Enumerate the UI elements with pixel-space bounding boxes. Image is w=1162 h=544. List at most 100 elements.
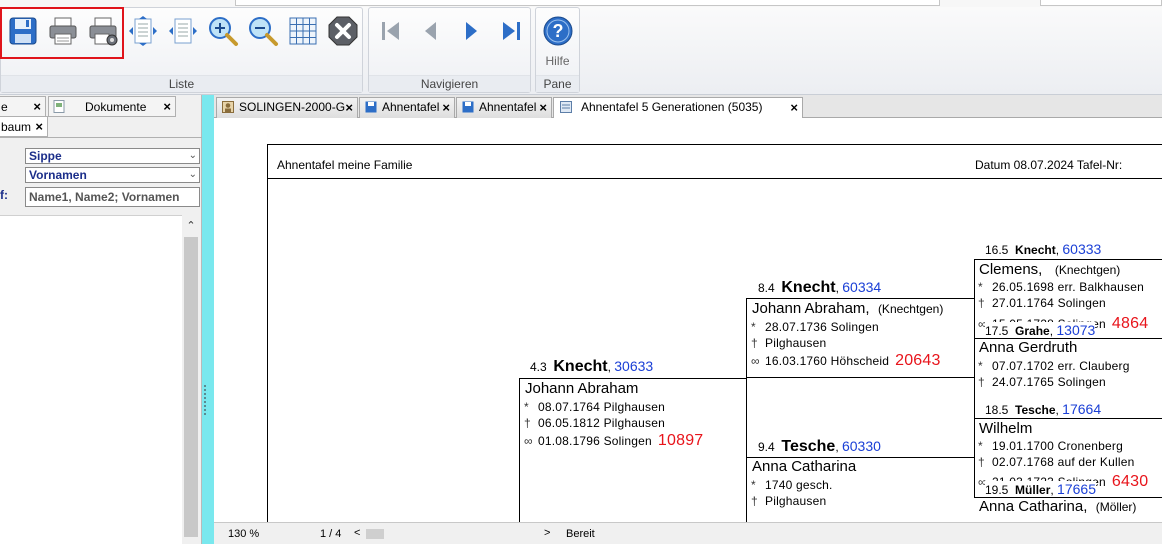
given-name-9-4[interactable]: Anna Catharina [752, 458, 856, 475]
tab-label: Ahnentafel 5 Generationen (5035) [581, 100, 763, 114]
vornamen-combo[interactable]: Vornamen ⌄ [25, 167, 200, 183]
top-field-left[interactable] [235, 0, 940, 6]
death-icon: † [978, 455, 985, 469]
report-icon [560, 101, 572, 113]
birth-text: 08.07.1764 Pilghausen [538, 400, 665, 414]
page-left-line [267, 144, 268, 522]
close-icon[interactable]: × [33, 97, 41, 117]
person-number-link[interactable]: 30633 [614, 358, 653, 374]
birth-row: * 07.07.1702 err. Clauberg [978, 359, 1130, 373]
given-name-19-5[interactable]: Anna Catharina, (Möller) [979, 498, 1136, 515]
next-button[interactable] [453, 11, 489, 51]
birth-text: 07.07.1702 err. Clauberg [992, 359, 1130, 373]
zoom-in-button[interactable] [205, 11, 241, 51]
next-icon [466, 22, 477, 40]
given-text: Johann Abraham, [752, 300, 870, 317]
left-tab-dokumente[interactable]: Dokumente × [48, 96, 176, 117]
close-icon[interactable]: × [163, 97, 171, 117]
tab-ahnentafel-1[interactable]: Ahnentafel × [359, 97, 455, 118]
close-icon[interactable]: × [790, 98, 798, 117]
previous-button[interactable] [413, 11, 449, 51]
name-search-field[interactable]: Name1, Name2; Vornamen [25, 187, 200, 207]
scroll-up-icon[interactable]: ⌃ [182, 219, 200, 232]
surname: Tesche [1015, 403, 1056, 417]
close-icon[interactable]: × [442, 98, 450, 117]
person-header-4-3: 4.3 Knecht, 30633 [530, 358, 654, 375]
tab-label: Ahnentafel [382, 100, 440, 114]
person-number-link[interactable]: 60334 [842, 279, 881, 295]
highlight-box [0, 7, 124, 59]
left-tab-baum[interactable]: baum × [0, 116, 48, 137]
person-number-link[interactable]: 60330 [842, 438, 881, 454]
tab-ahnentafel-2[interactable]: Ahnentafel × [456, 97, 552, 118]
panel-splitter[interactable] [202, 95, 214, 544]
death-icon: † [524, 416, 531, 430]
given-name-17-5[interactable]: Anna Gerdruth [979, 339, 1077, 356]
sippe-combo[interactable]: Sippe ⌄ [25, 148, 200, 164]
alias-text: (Knechtgen) [1054, 263, 1121, 277]
person-number-link[interactable]: 13073 [1056, 322, 1095, 338]
close-report-button[interactable] [325, 11, 361, 51]
reference-number[interactable]: 6430 [1112, 473, 1148, 490]
surname: Knecht [781, 279, 836, 296]
death-icon: † [751, 494, 758, 508]
scroll-thumb[interactable] [366, 529, 384, 539]
marriage-row: ∞ 01.08.1796 Solingen 10897 [524, 432, 703, 450]
birth-text: 26.05.1698 err. Balkhausen [992, 280, 1144, 294]
left-tab-partial[interactable]: e × [0, 96, 46, 117]
birth-text: 1740 gesch. [765, 478, 833, 492]
reference-number[interactable]: 20643 [895, 352, 941, 369]
tab-solingen[interactable]: SOLINGEN-2000-G × [216, 97, 358, 118]
person-number-link[interactable]: 60333 [1062, 241, 1101, 257]
reference-number[interactable]: 4864 [1112, 315, 1148, 332]
page-height-button[interactable] [165, 11, 201, 51]
grid-button[interactable] [285, 11, 321, 51]
close-icon[interactable]: × [539, 98, 547, 117]
birth-icon: * [524, 400, 529, 414]
person-box-4-3[interactable]: Johann Abraham * 08.07.1764 Pilghausen † 0… [519, 378, 747, 522]
death-icon: † [978, 296, 985, 310]
reference-number[interactable]: 10897 [658, 432, 704, 449]
ribbon: Liste Navigieren ? Hilfe Pane [0, 0, 1162, 95]
horizontal-scrollbar[interactable]: < > [354, 527, 554, 540]
generation-number: 16.5 [985, 243, 1009, 257]
person-header-16-5: 16.5 Knecht, 60333 [985, 241, 1102, 257]
scroll-right-icon[interactable]: > [544, 527, 550, 539]
first-button[interactable] [373, 11, 409, 51]
scroll-thumb[interactable] [184, 237, 198, 537]
close-icon[interactable]: × [345, 98, 353, 117]
top-field-right[interactable] [1040, 0, 1162, 6]
person-list[interactable] [0, 215, 182, 544]
ribbon-group-pane: ? Hilfe Pane [535, 7, 580, 93]
death-text: Pilghausen [765, 336, 827, 350]
person-header-8-4: 8.4 Knecht, 60334 [758, 279, 882, 296]
birth-row: * 19.01.1700 Cronenberg [978, 439, 1123, 453]
report-page: Ahnentafel meine Familie Datum 08.07.202… [214, 118, 1162, 522]
person-box-8-4[interactable]: Johann Abraham, (Knechtgen) * 28.07.1736 … [746, 298, 975, 378]
page-width-button[interactable] [125, 11, 161, 51]
surname: Müller [1015, 483, 1051, 497]
scroll-left-icon[interactable]: < [354, 527, 360, 539]
splitter-grip[interactable] [204, 385, 208, 415]
given-text: Clemens, [979, 261, 1043, 278]
vertical-scrollbar[interactable]: ⌃ [182, 215, 200, 544]
person-number-link[interactable]: 17664 [1062, 401, 1101, 417]
birth-icon: * [978, 280, 983, 294]
tab-ahnentafel-5-generationen[interactable]: Ahnentafel 5 Generationen (5035) × [553, 97, 803, 119]
field-label: f: [0, 188, 8, 202]
death-text: 27.01.1764 Solingen [992, 296, 1106, 310]
person-header-19-5: 19.5 Müller, 17665 [985, 481, 1096, 497]
combo-value: Sippe [29, 149, 62, 163]
close-icon[interactable]: × [35, 117, 43, 137]
last-button[interactable] [493, 11, 529, 51]
generation-number: 17.5 [985, 324, 1009, 338]
surname: Tesche [781, 438, 836, 455]
left-tab-label: baum [1, 120, 32, 134]
person-header-18-5: 18.5 Tesche, 17664 [985, 401, 1102, 417]
zoom-out-button[interactable] [245, 11, 281, 51]
person-number-link[interactable]: 17665 [1057, 481, 1096, 497]
grid-icon [289, 17, 317, 45]
marriage-text: 16.03.1760 Höhscheid [765, 354, 890, 368]
save-icon [462, 101, 474, 113]
help-button[interactable]: ? [540, 11, 576, 51]
